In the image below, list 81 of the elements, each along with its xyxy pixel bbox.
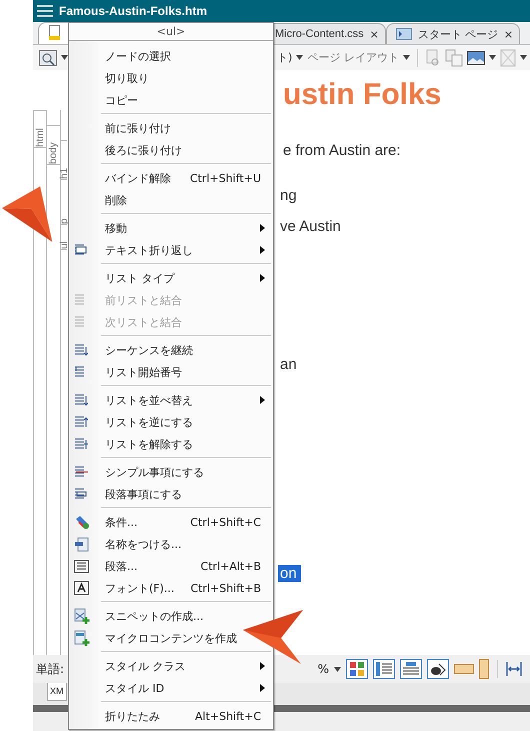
menu-item[interactable]: シーケンスを継続 [69,339,194,361]
menu-header: <ul> [69,23,273,41]
list-icon [74,393,88,407]
font-icon [74,581,89,595]
preview-icon[interactable] [39,50,57,66]
document-plus-icon [74,630,90,646]
menu-item[interactable]: 切り取り [69,67,150,89]
view-tab[interactable]: XM [47,683,66,701]
image-icon[interactable] [466,50,485,64]
page-layout-button[interactable]: ページ レイアウト [307,50,399,65]
caret-icon[interactable] [61,55,68,60]
toolbar-label[interactable]: ト) [277,50,292,65]
menu-item[interactable]: 前に張り付け [69,117,172,139]
grid-view-button[interactable] [346,659,368,679]
shortcut-label: Ctrl+Shift+C [190,516,261,528]
menu-item[interactable]: 後ろに張り付け [69,139,183,161]
menu-item[interactable]: 移動 [69,217,273,239]
menu-item[interactable]: マイクロコンテンツを作成 [69,627,238,649]
shortcut-label: Ctrl+Shift+U [190,172,261,184]
breadcrumb-tag[interactable]: body [47,125,60,165]
preview-button[interactable] [427,659,449,679]
list-icon [74,415,88,429]
word-count: 単語: [36,660,64,678]
list-icon [74,487,88,501]
paragraph-icon [74,560,89,572]
menu-item[interactable]: リストを並べ替え [69,389,273,411]
menu-item[interactable]: バインド解除 Ctrl+Shift+U [69,167,273,189]
snippet-icon [74,608,90,624]
page-icon [396,28,412,40]
menu-item[interactable]: シンプル事項にする [69,461,205,483]
layout-button[interactable] [400,659,422,679]
caret-icon[interactable] [402,55,410,60]
menu-item[interactable]: スタイル ID [69,677,273,699]
window-title: Famous-Austin-Folks.htm [59,4,208,18]
document-icon [49,25,60,40]
fit-width-icon[interactable] [506,662,522,676]
selected-text: on [278,565,301,582]
shortcut-label: Ctrl+Alt+B [200,560,261,572]
menu-item[interactable]: コピー [69,89,139,111]
menu-item[interactable]: 折りたたみ Alt+Shift+C [69,705,273,727]
menu-item[interactable]: リストを解除する [69,433,194,455]
shortcut-label: Alt+Shift+C [194,710,261,722]
list-icon [74,437,88,451]
menu-icon[interactable] [37,4,53,18]
body-text: an [279,356,298,373]
list-icon [74,465,88,479]
menu-item[interactable]: リスト タイプ [69,267,273,289]
caret-icon[interactable] [334,666,341,672]
close-icon[interactable]: × [370,28,379,40]
menu-item[interactable]: スニペットの作成... [69,605,204,627]
body-text: ng [279,187,298,204]
menu-item[interactable]: 名称をつける... [69,533,182,555]
layout-button[interactable] [373,659,395,679]
caret-icon[interactable] [520,55,527,60]
file-tab[interactable]: スタート ページ × [386,23,520,44]
menu-item[interactable]: スタイル クラス [69,655,273,677]
zoom-level[interactable]: % [318,662,329,676]
tag-icon [74,514,90,530]
menu-item[interactable]: 段落... Ctrl+Alt+B [69,555,273,577]
body-text: ve Austin [279,218,342,235]
breadcrumb-tag[interactable]: h1 [61,140,67,180]
menu-item[interactable]: 段落事項にする [69,483,183,505]
menu-item[interactable]: 削除 [69,189,128,211]
close-icon[interactable]: × [504,28,514,40]
menu-item[interactable]: 条件... Ctrl+Shift+C [69,511,273,533]
shortcut-label: Ctrl+Shift+B [190,582,261,594]
menu-item[interactable]: フォント(F)... Ctrl+Shift+B [69,577,273,599]
pointer-arrow [243,610,305,666]
menu-item[interactable]: ノードの選択 [69,45,172,67]
page-heading: ustin Folks [282,78,442,112]
body-text: e from Austin are: [282,142,402,159]
list-icon [74,343,88,357]
label-icon [74,536,89,552]
menu-item[interactable]: リスト開始番号 [69,361,183,383]
list-icon [74,243,88,257]
caret-icon[interactable] [296,55,304,60]
caret-icon[interactable] [488,55,496,60]
menu-item[interactable]: リストを逆にする [69,411,194,433]
breadcrumb-tag[interactable]: html [34,110,46,148]
breadcrumb-tag[interactable]: ul [61,225,67,250]
menu-item[interactable]: テキスト折り返し [69,239,273,261]
